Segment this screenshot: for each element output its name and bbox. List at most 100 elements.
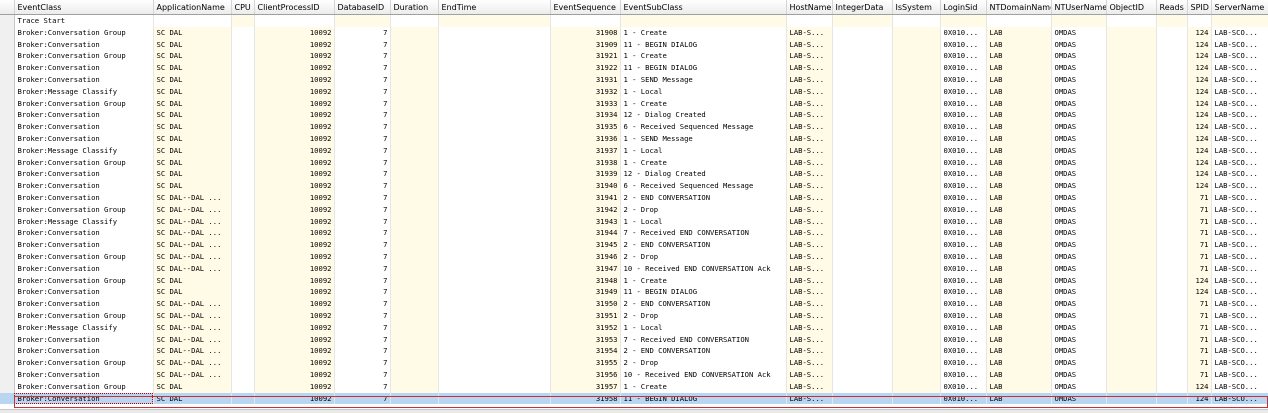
cell-loginsid: 0X010... (940, 121, 987, 133)
cell-eventsubclass: 11 - BEGIN DIALOG (620, 392, 787, 405)
column-header-objectid[interactable]: ObjectID (1106, 0, 1157, 15)
table-row[interactable]: Broker:Conversation SC DAL--DAL ... 10092 7… (0, 345, 1268, 358)
column-header-databaseid[interactable]: DatabaseID (334, 0, 391, 15)
cell-spid: 71 (1187, 345, 1212, 358)
cell-duration (390, 109, 439, 122)
table-row[interactable]: Broker:Conversation SC DAL 10092 7 31931 1 - … (0, 73, 1268, 86)
cell-issystem (892, 392, 941, 405)
table-row[interactable]: Broker:Conversation Group SC DAL--DAL ...… (0, 309, 1268, 322)
table-row[interactable]: Broker:Conversation Group SC DAL 10092 7 319… (0, 26, 1268, 39)
cell-servername: LAB-SCO... (1211, 262, 1268, 275)
table-row[interactable]: Broker:Conversation SC DAL 10092 7 31958 11 -… (0, 392, 1268, 405)
column-header-duration[interactable]: Duration (390, 0, 439, 15)
column-header-clientprocessid[interactable]: ClientProcessID (254, 0, 335, 15)
table-row[interactable]: Broker:Conversation SC DAL--DAL ... 10092 7… (0, 368, 1268, 381)
cell-eventsubclass: 10 - Received END CONVERSATION Ack (620, 368, 787, 381)
cell-servername: LAB-SCO... (1211, 38, 1268, 51)
cell-clientprocessid: 10092 (254, 333, 335, 346)
cell-objectid (1106, 357, 1157, 369)
table-row[interactable]: Broker:Conversation Group SC DAL 10092 7 319… (0, 97, 1268, 110)
cell-applicationname: SC DAL--DAL ... (153, 333, 232, 346)
table-row[interactable]: Broker:Conversation SC DAL 10092 7 31949 11 -… (0, 286, 1268, 299)
cell-hostname: LAB-S... (786, 85, 833, 98)
cell-spid: 71 (1187, 239, 1212, 251)
cell-objectid (1106, 250, 1157, 263)
column-header-ntdomainname[interactable]: NTDomainName (986, 0, 1052, 15)
table-row[interactable]: Broker:Conversation SC DAL--DAL ... 10092 7… (0, 227, 1268, 240)
table-row[interactable]: Broker:Conversation SC DAL--DAL ... 10092 7… (0, 298, 1268, 310)
cell-issystem (892, 203, 941, 216)
cell-objectid (1106, 368, 1157, 381)
column-header-spid[interactable]: SPID (1187, 0, 1212, 15)
cell-loginsid: 0X010... (940, 345, 987, 358)
table-row[interactable]: Broker:Conversation Group SC DAL--DAL ...… (0, 250, 1268, 263)
cell-spid: 124 (1187, 392, 1212, 405)
cell-reads (1156, 109, 1188, 122)
cell-issystem (892, 50, 941, 63)
cell-eventsubclass: 2 - END CONVERSATION (620, 239, 787, 251)
cell-issystem (892, 156, 941, 169)
table-row[interactable]: Broker:Conversation SC DAL--DAL ... 10092 7… (0, 333, 1268, 346)
cell-ntusername: OMDAS (1051, 345, 1107, 358)
cell-objectid (1106, 380, 1157, 393)
table-row[interactable]: Broker:Conversation SC DAL 10092 7 31922 11 -… (0, 62, 1268, 74)
cell-endtime (438, 262, 551, 275)
table-row[interactable]: Broker:Conversation SC DAL 10092 7 31909 11 -… (0, 38, 1268, 51)
cell-reads (1156, 298, 1188, 310)
cell-databaseid: 7 (334, 144, 391, 157)
table-row[interactable]: Broker:Conversation Group SC DAL--DAL ...… (0, 203, 1268, 216)
cell-endtime (438, 85, 551, 98)
table-row[interactable]: Broker:Conversation Group SC DAL 10092 7 319… (0, 274, 1268, 287)
column-header-hostname[interactable]: HostName (786, 0, 833, 15)
horizontal-scrollbar[interactable] (0, 409, 1268, 413)
column-header-cpu[interactable]: CPU (231, 0, 255, 15)
table-row[interactable]: Broker:Conversation SC DAL 10092 7 31939 12 -… (0, 168, 1268, 181)
cell-applicationname: SC DAL (153, 62, 232, 74)
table-row[interactable]: Broker:Message Classify SC DAL 10092 7 31932… (0, 85, 1268, 98)
cell-eventsubclass: 2 - Drop (620, 250, 787, 263)
table-row[interactable]: Broker:Conversation SC DAL 10092 7 31940 6 - … (0, 180, 1268, 192)
trace-grid[interactable]: EventClass ApplicationName CPU ClientProces… (0, 0, 1268, 413)
table-row[interactable]: Broker:Conversation SC DAL--DAL ... 10092 7… (0, 191, 1268, 204)
cell-cpu (231, 50, 255, 63)
cell-servername: LAB-SCO... (1211, 180, 1268, 192)
column-header-issystem[interactable]: IsSystem (892, 0, 941, 15)
cell-applicationname: SC DAL (153, 180, 232, 192)
cell-spid: 71 (1187, 227, 1212, 240)
column-header-endtime[interactable]: EndTime (438, 0, 551, 15)
cell-integerdata (832, 321, 893, 334)
table-row[interactable]: Broker:Conversation SC DAL 10092 7 31935 6 - … (0, 121, 1268, 133)
column-header-servername[interactable]: ServerName (1211, 0, 1268, 15)
column-header-applicationname[interactable]: ApplicationName (153, 0, 232, 15)
table-row[interactable]: Broker:Conversation SC DAL 10092 7 31936 1 - … (0, 132, 1268, 145)
cell-servername: LAB-SCO... (1211, 321, 1268, 334)
cell-hostname: LAB-S... (786, 144, 833, 157)
cell-servername: LAB-SCO... (1211, 62, 1268, 74)
column-header-eventclass[interactable]: EventClass (14, 0, 154, 15)
cell-endtime (438, 239, 551, 251)
table-row[interactable]: Broker:Conversation Group SC DAL--DAL ...… (0, 357, 1268, 369)
cell-eventsequence: 31909 (550, 38, 621, 51)
cell-clientprocessid: 10092 (254, 227, 335, 240)
column-header-ntusername[interactable]: NTUserName (1051, 0, 1107, 15)
table-row[interactable]: Broker:Conversation Group SC DAL 10092 7 319… (0, 156, 1268, 169)
table-row[interactable]: Broker:Message Classify SC DAL 10092 7 31937… (0, 144, 1268, 157)
cell-endtime (438, 26, 551, 39)
table-row[interactable]: Broker:Conversation SC DAL--DAL ... 10092 7… (0, 239, 1268, 251)
cell-cpu (231, 309, 255, 322)
trace-start-row[interactable]: Trace Start (0, 14, 1268, 27)
cell-objectid (1106, 97, 1157, 110)
column-header-eventsequence[interactable]: EventSequence (550, 0, 621, 15)
table-row[interactable]: Broker:Message Classify SC DAL--DAL ... 10… (0, 215, 1268, 228)
column-header-eventsubclass[interactable]: EventSubClass (620, 0, 787, 15)
table-row[interactable]: Broker:Conversation Group SC DAL 10092 7 319… (0, 380, 1268, 393)
column-header-loginsid[interactable]: LoginSid (940, 0, 987, 15)
table-row[interactable]: Broker:Conversation SC DAL 10092 7 31934 12 -… (0, 109, 1268, 122)
cell-clientprocessid: 10092 (254, 215, 335, 228)
column-header-integerdata[interactable]: IntegerData (832, 0, 893, 15)
table-row[interactable]: Broker:Message Classify SC DAL--DAL ... 10… (0, 321, 1268, 334)
table-row[interactable]: Broker:Conversation SC DAL--DAL ... 10092 7… (0, 262, 1268, 275)
cell-objectid (1106, 298, 1157, 310)
table-row[interactable]: Broker:Conversation Group SC DAL 10092 7 319… (0, 50, 1268, 63)
column-header-reads[interactable]: Reads (1156, 0, 1188, 15)
